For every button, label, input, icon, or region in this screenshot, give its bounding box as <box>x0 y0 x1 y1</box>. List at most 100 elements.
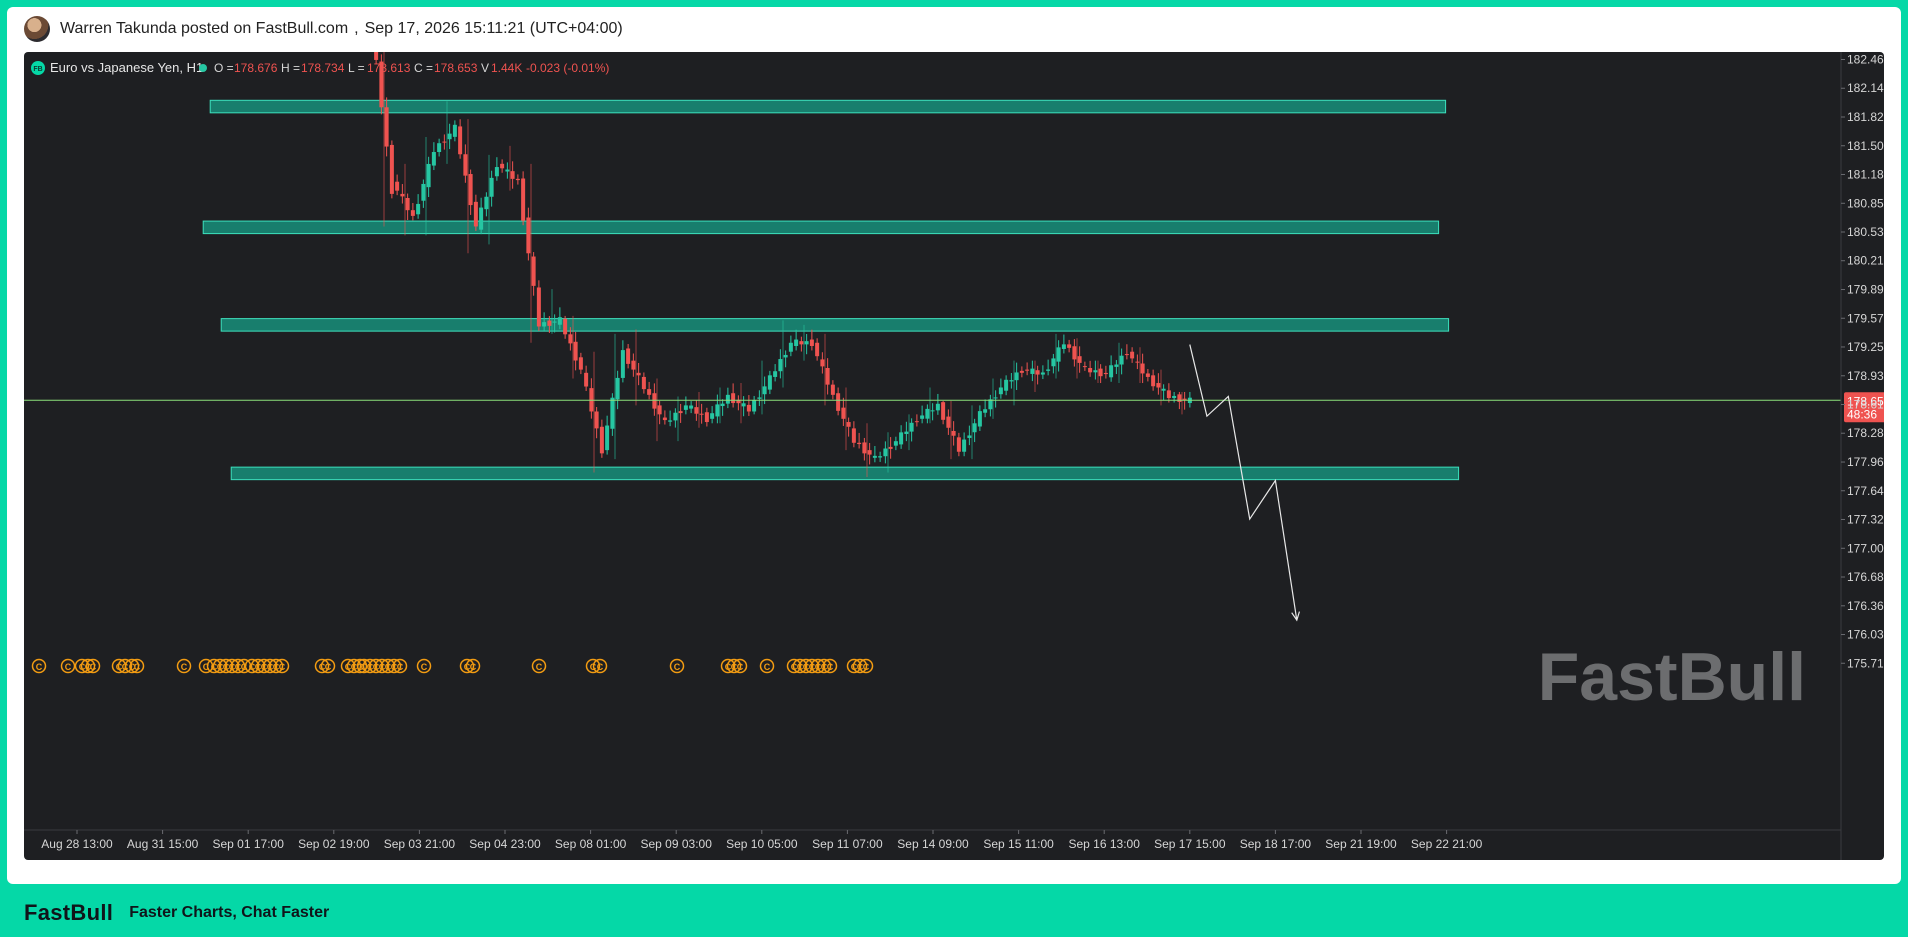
y-tick-label: 175.718 <box>1847 656 1884 670</box>
chart-panel[interactable]: 178.65748:36 CCCCCCCCCCCCCCCCCCCCCCCCCCC… <box>24 52 1884 860</box>
footer-logo[interactable]: FastBull <box>24 900 113 926</box>
candle-up <box>893 441 898 446</box>
y-tick-label: 177.003 <box>1847 541 1884 555</box>
candle-down <box>647 389 652 395</box>
price-chart[interactable]: 178.65748:36 CCCCCCCCCCCCCCCCCCCCCCCCCCC… <box>24 52 1884 860</box>
candle-down <box>678 411 683 414</box>
event-c-glyph: C <box>674 662 681 672</box>
candle-up <box>773 371 778 377</box>
candle-up <box>1093 370 1098 373</box>
event-c-glyph: C <box>279 662 286 672</box>
candle-down <box>1035 370 1040 375</box>
post-meta: Warren Takunda posted on FastBull.com , … <box>60 20 623 38</box>
candle-down <box>384 107 389 147</box>
y-tick-label: 178.289 <box>1847 426 1884 440</box>
candle-down <box>1082 366 1087 368</box>
legend-change: -0.023 (-0.01%) <box>526 61 609 75</box>
candle-down <box>599 426 604 454</box>
candle-down <box>731 393 736 404</box>
candle-down <box>951 430 956 436</box>
candle-down <box>636 372 641 376</box>
candle-up <box>1119 355 1124 365</box>
candle-down <box>1145 373 1150 377</box>
candle-down <box>662 417 667 421</box>
candle-up <box>962 439 967 452</box>
event-c-glyph: C <box>737 662 744 672</box>
sr-zone[interactable] <box>220 318 1450 332</box>
sr-zone[interactable] <box>209 99 1447 114</box>
candle-down <box>809 339 814 346</box>
candle-up <box>983 409 988 413</box>
legend-h-val: 178.734 <box>301 61 345 75</box>
candle-up <box>1040 372 1045 375</box>
watermark-layer: FastBull <box>1538 639 1806 715</box>
candle-up <box>988 399 993 410</box>
candle-down <box>694 407 699 414</box>
event-c-glyph: C <box>36 662 43 672</box>
event-c-glyph: C <box>421 662 428 672</box>
candle-up <box>505 169 510 172</box>
candle-down <box>1130 351 1135 359</box>
y-tick-label: 176.682 <box>1847 570 1884 584</box>
candle-down <box>1098 368 1103 377</box>
candle-down <box>652 393 657 409</box>
x-tick-label: Sep 01 17:00 <box>212 837 284 851</box>
y-tick-label: 179.253 <box>1847 340 1884 354</box>
candle-up <box>1109 365 1114 378</box>
event-c-glyph: C <box>90 662 97 672</box>
candle-down <box>867 450 872 455</box>
candle-up <box>899 432 904 445</box>
legend-h-label: H = <box>281 61 300 75</box>
x-tick-label: Sep 02 19:00 <box>298 837 370 851</box>
candle-up <box>710 413 715 419</box>
footer: FastBull Faster Charts, Chat Faster <box>24 900 329 926</box>
candle-up <box>720 403 725 407</box>
projection-layer <box>1189 344 1301 622</box>
candle-down <box>799 341 804 345</box>
candle-down <box>862 442 867 454</box>
candle-down <box>657 405 662 415</box>
candle-down <box>1140 363 1145 374</box>
candle-up <box>998 387 1003 395</box>
events-layer: C C C CC C C CC C C C C C C C C C C C C C C C C C C CC C C C C C C C C C C C… <box>31 658 874 674</box>
candle-down <box>704 412 709 423</box>
sr-zone[interactable] <box>202 220 1440 235</box>
y-tick-label: 177.325 <box>1847 512 1884 526</box>
candle-up <box>909 422 914 432</box>
y-tick-label: 181.502 <box>1847 139 1884 153</box>
legend-c-label: C = <box>414 61 433 75</box>
sr-zone[interactable] <box>230 466 1460 481</box>
candle-down <box>830 384 835 395</box>
candle-up <box>715 404 720 417</box>
candle-up <box>794 339 799 346</box>
candle-down <box>442 141 447 143</box>
author-avatar[interactable] <box>24 16 50 42</box>
legend-o-label: O = <box>214 61 234 75</box>
candle-up <box>972 423 977 433</box>
x-tick-label: Sep 03 21:00 <box>384 837 456 851</box>
candle-up <box>725 394 730 404</box>
candle-up <box>1004 379 1009 391</box>
candle-up <box>783 354 788 358</box>
projection-line[interactable] <box>1189 344 1298 621</box>
legend-o-val: 178.676 <box>234 61 278 75</box>
candle-down <box>531 256 536 286</box>
candle-down <box>941 402 946 420</box>
candle-down <box>521 178 526 221</box>
axis-layer: 182.466 182.145 181.824 181.502 181.181 180.8… <box>24 52 1884 860</box>
y-tick-label: 181.181 <box>1847 167 1884 181</box>
candle-up <box>557 317 562 325</box>
candle-down <box>463 154 468 176</box>
candle-up <box>605 425 610 451</box>
candle-down <box>458 126 463 155</box>
event-c-glyph: C <box>597 662 604 672</box>
candle-down <box>857 442 862 445</box>
candle-down <box>815 342 820 357</box>
y-tick-label: 178.931 <box>1847 369 1884 383</box>
legend-c-val: 178.653 <box>434 61 478 75</box>
candle-up <box>878 456 883 458</box>
candle-down <box>820 359 825 367</box>
candle-up <box>689 405 694 409</box>
candle-up <box>741 403 746 407</box>
event-c-glyph: C <box>536 662 543 672</box>
